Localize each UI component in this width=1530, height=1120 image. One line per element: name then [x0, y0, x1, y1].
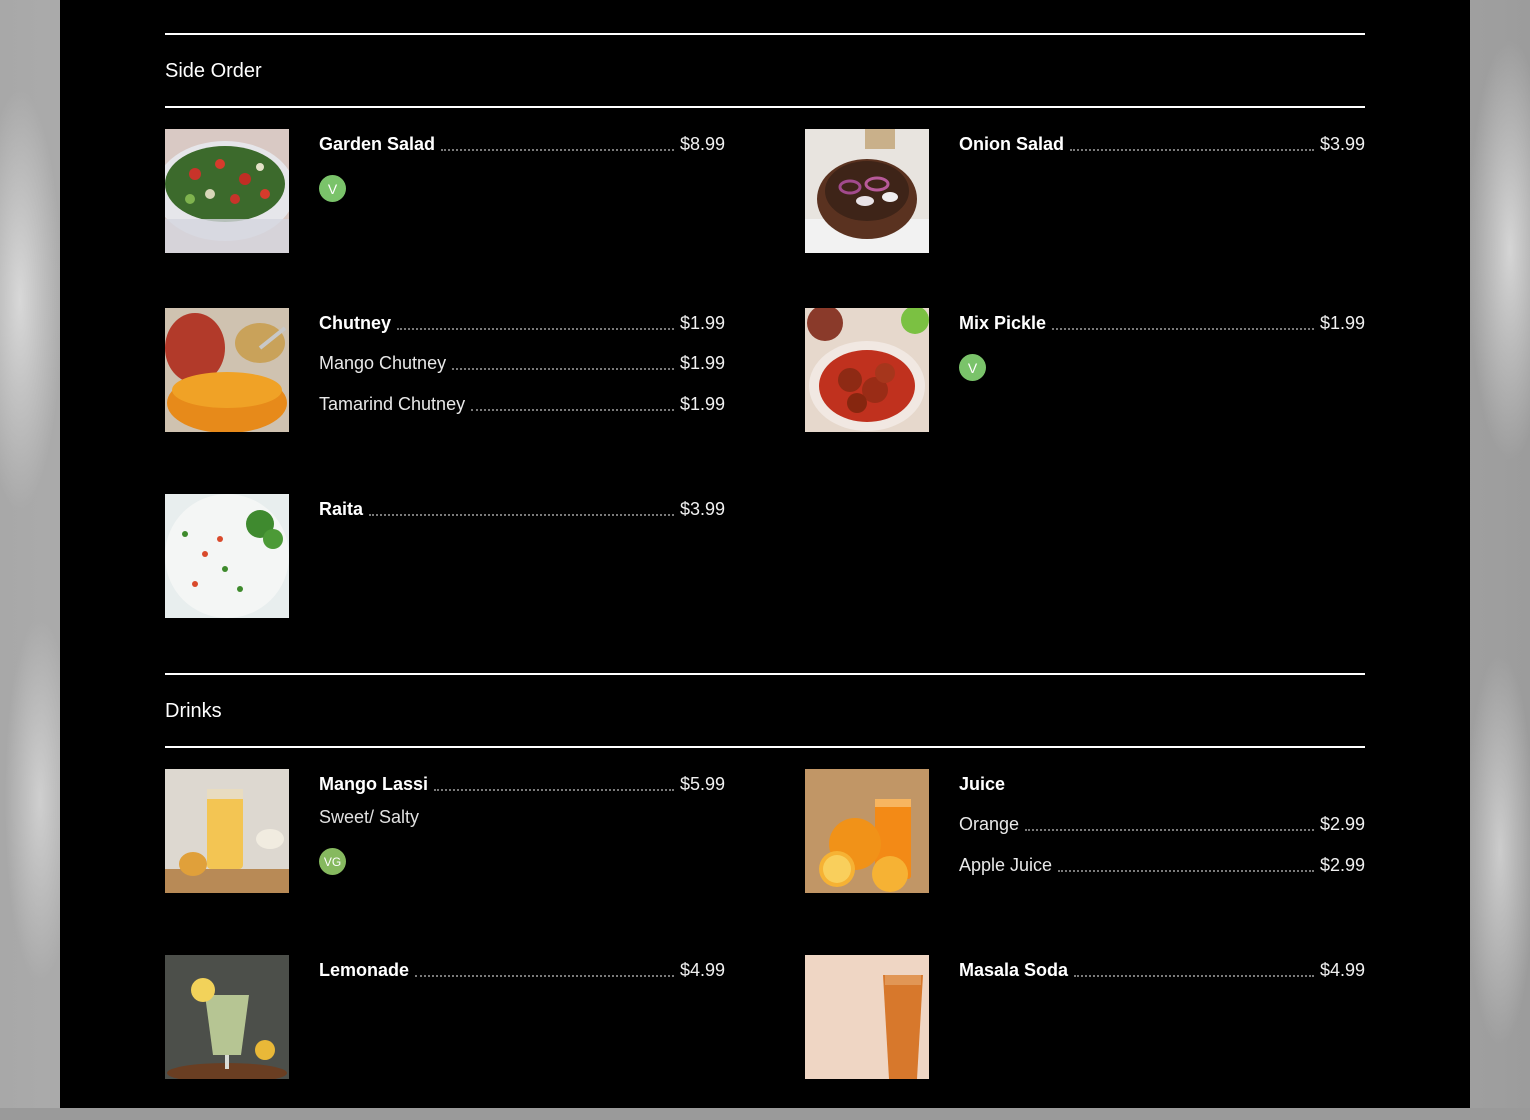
item-price: $8.99	[679, 134, 725, 154]
item-name: Masala Soda	[959, 960, 1069, 980]
menu-item-garden-salad[interactable]: Garden Salad $8.99 V	[165, 129, 725, 253]
dot-leader	[1025, 829, 1314, 831]
option-name: Apple Juice	[959, 855, 1053, 875]
section-divider	[165, 106, 1365, 108]
mango-lassi-photo	[165, 769, 289, 893]
option-price: $1.99	[679, 394, 725, 414]
option-tamarind-chutney: Tamarind Chutney $1.99	[319, 389, 725, 415]
page-bottom-strip	[0, 1108, 1530, 1120]
vegetarian-badge: V	[319, 175, 346, 202]
dot-leader	[441, 149, 674, 151]
item-name: Juice	[959, 774, 1006, 794]
dot-leader	[369, 514, 674, 516]
menu-item-raita[interactable]: Raita $3.99	[165, 494, 725, 618]
option-price: $1.99	[679, 353, 725, 373]
option-price: $2.99	[1319, 855, 1365, 875]
menu-item-mango-lassi[interactable]: Mango Lassi $5.99 Sweet/ Salty VG	[165, 769, 725, 893]
option-name: Tamarind Chutney	[319, 394, 466, 414]
juice-photo	[805, 769, 929, 893]
item-name: Raita	[319, 499, 364, 519]
section-title-drinks: Drinks	[165, 700, 222, 722]
menu-item-chutney[interactable]: Chutney $1.99 Mango Chutney $1.99 Tamari…	[165, 308, 725, 432]
lemonade-photo	[165, 955, 289, 1079]
item-description: Sweet/ Salty	[319, 807, 420, 827]
dot-leader	[434, 789, 674, 791]
chutney-photo	[165, 308, 289, 432]
item-name: Mango Lassi	[319, 774, 429, 794]
section-divider	[165, 746, 1365, 748]
menu-item-onion-salad[interactable]: Onion Salad $3.99	[805, 129, 1365, 253]
vegan-badge: VG	[319, 848, 346, 875]
item-name: Onion Salad	[959, 134, 1065, 154]
option-price: $2.99	[1319, 814, 1365, 834]
section-title-side-order: Side Order	[165, 60, 262, 82]
menu-item-juice[interactable]: Juice Orange $2.99 Apple Juice $2.99	[805, 769, 1365, 893]
dot-leader	[471, 409, 674, 411]
item-price: $1.99	[1319, 313, 1365, 333]
item-price: $3.99	[1319, 134, 1365, 154]
item-name: Chutney	[319, 313, 391, 333]
item-price: $1.99	[679, 313, 725, 333]
menu-item-masala-soda[interactable]: Masala Soda $4.99	[805, 955, 1365, 1079]
item-name: Lemonade	[319, 960, 410, 980]
item-price: $4.99	[1319, 960, 1365, 980]
section-divider	[165, 673, 1365, 675]
vegetarian-badge: V	[959, 354, 986, 381]
dot-leader	[1052, 328, 1314, 330]
option-mango-chutney: Mango Chutney $1.99	[319, 348, 725, 374]
mix-pickle-photo	[805, 308, 929, 432]
masala-soda-photo	[805, 955, 929, 1079]
option-name: Mango Chutney	[319, 353, 447, 373]
item-name: Mix Pickle	[959, 313, 1047, 333]
item-price: $5.99	[679, 774, 725, 794]
item-price: $4.99	[679, 960, 725, 980]
onion-salad-photo	[805, 129, 929, 253]
item-price: $3.99	[679, 499, 725, 519]
menu-item-lemonade[interactable]: Lemonade $4.99	[165, 955, 725, 1079]
dot-leader	[397, 328, 674, 330]
dot-leader	[1074, 975, 1314, 977]
dot-leader	[452, 368, 674, 370]
dot-leader	[415, 975, 674, 977]
menu-item-mix-pickle[interactable]: Mix Pickle $1.99 V	[805, 308, 1365, 432]
raita-photo	[165, 494, 289, 618]
section-divider	[165, 33, 1365, 35]
option-apple-juice: Apple Juice $2.99	[959, 850, 1365, 876]
option-orange: Orange $2.99	[959, 809, 1365, 835]
item-name: Garden Salad	[319, 134, 436, 154]
option-name: Orange	[959, 814, 1020, 834]
dot-leader	[1058, 870, 1314, 872]
dot-leader	[1070, 149, 1314, 151]
garden-salad-photo	[165, 129, 289, 253]
